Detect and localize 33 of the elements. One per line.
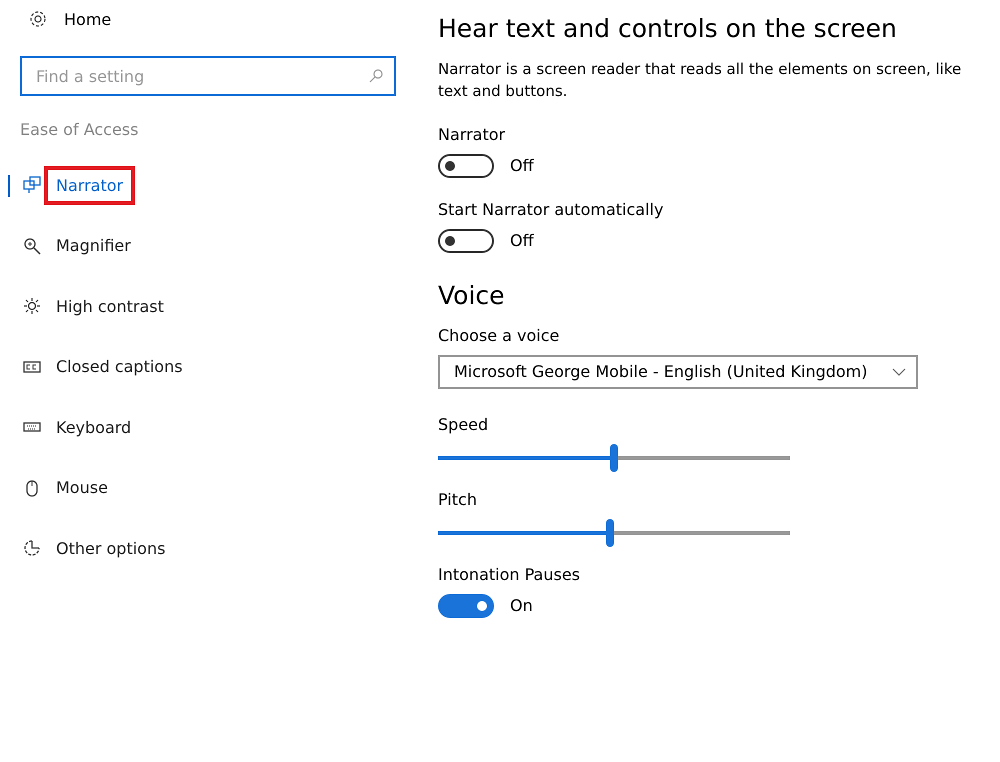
toggle-state-text: Off [510, 231, 534, 250]
nav-item[interactable]: Narrator [0, 155, 400, 216]
toggle-switch[interactable] [438, 228, 494, 252]
nav-item[interactable]: Closed captions [0, 336, 400, 397]
description-text: Narrator is a screen reader that reads all the elements on screen, like text and buttons. [438, 59, 962, 102]
chevron-icon [892, 368, 906, 376]
zoom-icon [22, 236, 42, 256]
sun-icon [22, 296, 42, 316]
toggle-state-text: On [510, 596, 533, 615]
toggle-switch[interactable] [438, 154, 494, 178]
nav-item[interactable]: Magnifier [0, 216, 400, 276]
voice-dropdown[interactable]: Microsoft George Mobile - English (United Kingdom) [438, 354, 918, 388]
home-link[interactable]: Home [64, 10, 112, 28]
search-icon [368, 68, 384, 84]
setting-label: Speed [438, 414, 490, 434]
nav-item[interactable]: Keyboard [0, 397, 400, 458]
nav-item[interactable]: Other options [0, 518, 400, 578]
section-heading: Voice [438, 280, 506, 310]
nav-item[interactable]: High contrast [0, 276, 400, 336]
toggle-state-text: Off [510, 156, 534, 175]
settings-icon [28, 9, 48, 29]
setting-label: Narrator [438, 124, 506, 144]
search-field[interactable]: Find a setting [20, 56, 396, 96]
nav-item[interactable]: Mouse [0, 458, 400, 518]
page-title: Hear text and controls on the screen [438, 14, 898, 43]
monitor-icon [22, 175, 42, 196]
setting-label: Pitch [438, 490, 478, 508]
setting-label: Start Narrator automatically [438, 200, 664, 218]
section-heading: Ease of Access [20, 120, 140, 139]
toggle-switch[interactable] [438, 594, 494, 618]
dial-icon [22, 538, 42, 558]
setting-label: Intonation Pauses [438, 564, 581, 584]
setting-label: Choose a voice [438, 326, 560, 344]
